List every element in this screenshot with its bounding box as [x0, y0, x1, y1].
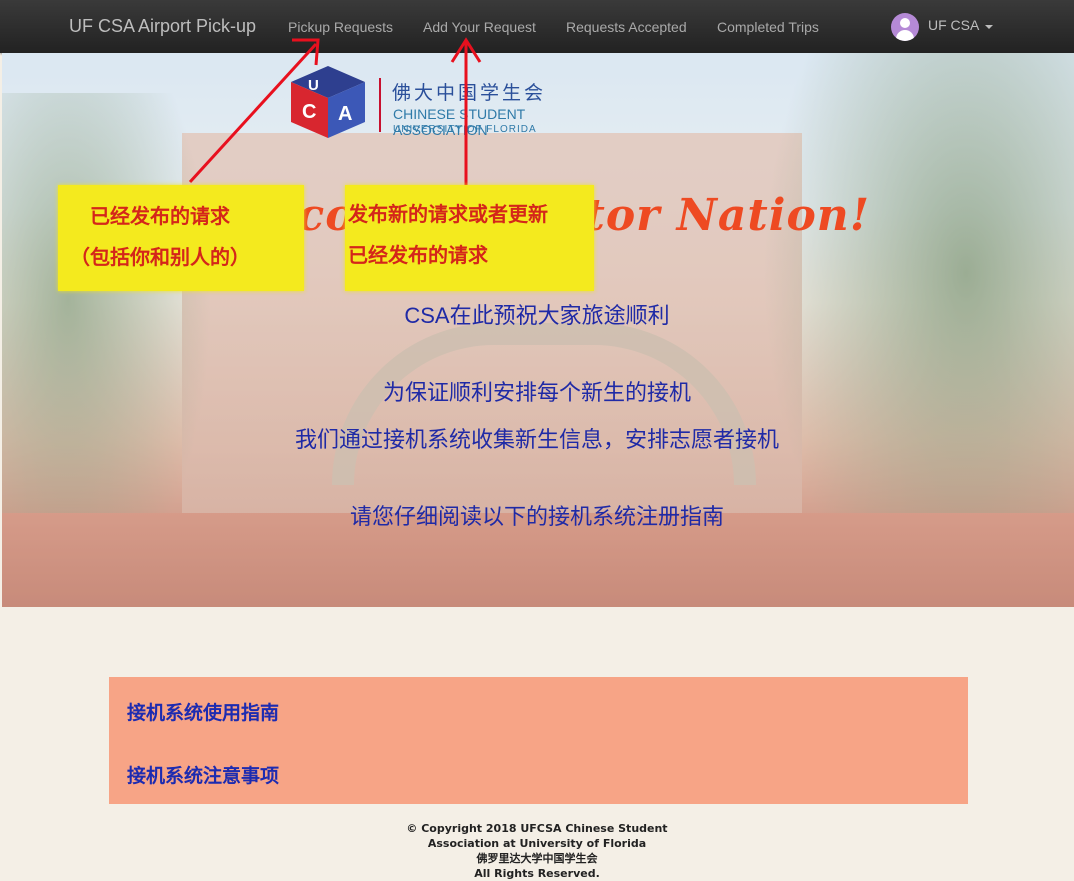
nav-requests-accepted[interactable]: Requests Accepted — [566, 19, 687, 35]
footer-line-4: All Rights Reserved. — [474, 867, 600, 880]
nav-add-your-request[interactable]: Add Your Request — [423, 19, 536, 35]
logo-chinese-name: 佛大中国学生会 — [392, 83, 547, 104]
note-add-request: 发布新的请求或者更新 已经发布的请求 — [345, 185, 594, 291]
hero-line-1: CSA在此预祝大家旅途顺利 — [404, 303, 670, 328]
guide-link-notes[interactable]: 接机系统注意事项 — [127, 761, 279, 788]
svg-text:A: A — [338, 103, 352, 125]
navbar-brand[interactable]: UF CSA Airport Pick-up — [69, 16, 256, 37]
csa-logo: U C A 佛大中国学生会 CHINESE STUDENT ASSOCIATIO… — [288, 60, 618, 140]
note-add-line-1: 发布新的请求或者更新 — [348, 204, 548, 226]
user-name: UF CSA — [928, 17, 980, 33]
hero-line-2: 为保证顺利安排每个新生的接机 — [382, 380, 691, 405]
footer-line-3: 佛罗里达大学中国学生会 — [476, 852, 598, 865]
note-add-line-2: 已经发布的请求 — [348, 245, 488, 267]
caret-down-icon — [985, 25, 993, 29]
logo-university: UNIVERSITY OF FLORIDA — [393, 124, 537, 135]
footer: © Copyright 2018 UFCSA Chinese Student A… — [0, 821, 1074, 881]
hero-line-3: 我们通过接机系统收集新生信息，安排志愿者接机 — [294, 427, 779, 452]
nav-completed-trips[interactable]: Completed Trips — [717, 19, 819, 35]
note-pickup-line-2: （包括你和别人的） — [70, 247, 250, 269]
guide-panel: 接机系统使用指南 接机系统注意事项 — [109, 677, 968, 804]
guide-link-usage[interactable]: 接机系统使用指南 — [127, 698, 279, 725]
top-navbar: UF CSA Airport Pick-up Pickup Requests A… — [0, 0, 1074, 53]
footer-line-1: © Copyright 2018 UFCSA Chinese Student — [406, 822, 668, 835]
avatar — [891, 13, 919, 41]
note-pickup-requests: 已经发布的请求 （包括你和别人的） — [58, 185, 304, 291]
nav-pickup-requests[interactable]: Pickup Requests — [288, 19, 393, 35]
svg-text:C: C — [302, 101, 316, 123]
note-pickup-line-1: 已经发布的请求 — [90, 206, 230, 228]
hero-line-4: 请您仔细阅读以下的接机系统注册指南 — [349, 504, 724, 529]
footer-line-2: Association at University of Florida — [427, 837, 647, 850]
svg-text:U: U — [308, 77, 319, 94]
